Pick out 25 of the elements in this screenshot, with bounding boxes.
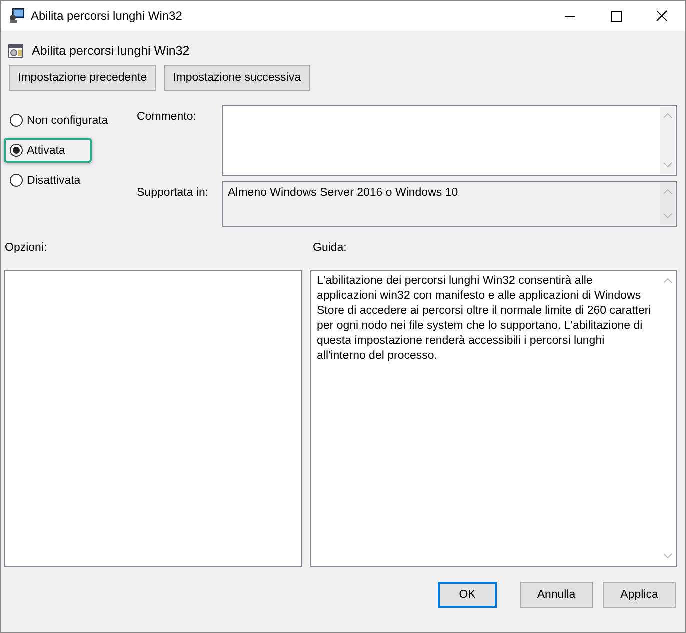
comment-label: Commento: xyxy=(137,110,198,125)
scroll-up-icon[interactable] xyxy=(662,113,672,119)
help-label: Guida: xyxy=(313,242,347,254)
scroll-down-icon[interactable] xyxy=(662,213,672,219)
options-label: Opzioni: xyxy=(5,242,48,254)
scroll-down-icon[interactable] xyxy=(662,553,672,559)
dialog-button[interactable]: Annulla xyxy=(520,582,593,608)
nav-button[interactable]: Impostazione successiva xyxy=(164,65,310,91)
scroll-down-icon[interactable] xyxy=(662,162,672,168)
dialog-button[interactable]: Applica xyxy=(603,582,676,608)
scroll-up-icon[interactable] xyxy=(662,189,672,195)
scroll-up-icon[interactable] xyxy=(662,278,672,284)
comment-field[interactable] xyxy=(222,105,677,176)
radio-option[interactable]: Disattivata xyxy=(4,168,92,193)
window-title: Abilita percorsi lunghi Win32 xyxy=(31,9,182,23)
computer-icon xyxy=(9,8,25,24)
radio-option[interactable]: Attivata xyxy=(4,138,92,163)
help-text: L'abilitazione dei percorsi lunghi Win32 consentirà alle applicazioni win32 con manifesto e alle applicazioni di Windows Store di accedere ai percorsi oltre il normale limite di 260 caratteri per ogni nodo nei file system che lo supportano. L'abilitazione di questa impostazione renderà accessibili i percorsi lunghi all'interno del processo. xyxy=(317,274,652,364)
policy-icon xyxy=(8,43,24,59)
supported-label: Supportata in: xyxy=(137,186,210,201)
supported-value: Almeno Windows Server 2016 o Windows 10 xyxy=(228,187,458,199)
dialog-button[interactable]: OK xyxy=(438,582,497,608)
setting-title: Abilita percorsi lunghi Win32 xyxy=(32,44,190,58)
radio-option[interactable]: Non configurata xyxy=(4,108,114,133)
nav-button[interactable]: Impostazione precedente xyxy=(9,65,156,91)
